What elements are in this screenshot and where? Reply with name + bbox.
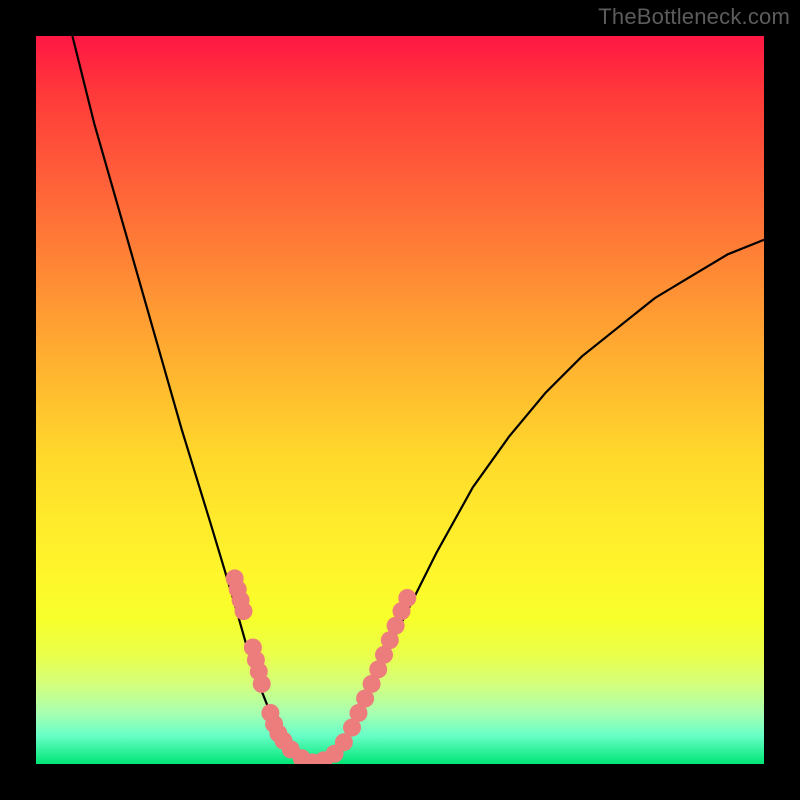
marker-dot xyxy=(398,589,416,607)
marker-dot xyxy=(369,660,387,678)
bottleneck-curve xyxy=(72,36,764,764)
marker-dot xyxy=(247,651,265,669)
marker-dot xyxy=(235,602,253,620)
chart-svg xyxy=(36,36,764,764)
marker-dot xyxy=(315,751,333,764)
marker-dot xyxy=(375,646,393,664)
marker-dot xyxy=(381,631,399,649)
marker-dot xyxy=(350,704,368,722)
marker-dot xyxy=(363,675,381,693)
marker-dot xyxy=(244,639,262,657)
plot-area xyxy=(36,36,764,764)
marker-dot xyxy=(356,690,374,708)
marker-dot xyxy=(282,740,300,758)
marker-dot xyxy=(250,663,268,681)
marker-dot xyxy=(269,724,287,742)
marker-dot xyxy=(226,569,244,587)
marker-dot xyxy=(393,602,411,620)
outer-frame: TheBottleneck.com xyxy=(0,0,800,800)
watermark-text: TheBottleneck.com xyxy=(598,4,790,30)
marker-dot xyxy=(335,733,353,751)
marker-dot xyxy=(265,715,283,733)
marker-group xyxy=(226,569,417,764)
marker-dot xyxy=(326,745,344,763)
marker-dot xyxy=(293,749,311,764)
marker-dot xyxy=(229,580,247,598)
marker-dot xyxy=(253,675,271,693)
marker-dot xyxy=(275,732,293,750)
marker-dot xyxy=(232,591,250,609)
marker-dot xyxy=(304,754,322,765)
marker-dot xyxy=(261,704,279,722)
marker-dot xyxy=(387,617,405,635)
marker-dot xyxy=(343,719,361,737)
